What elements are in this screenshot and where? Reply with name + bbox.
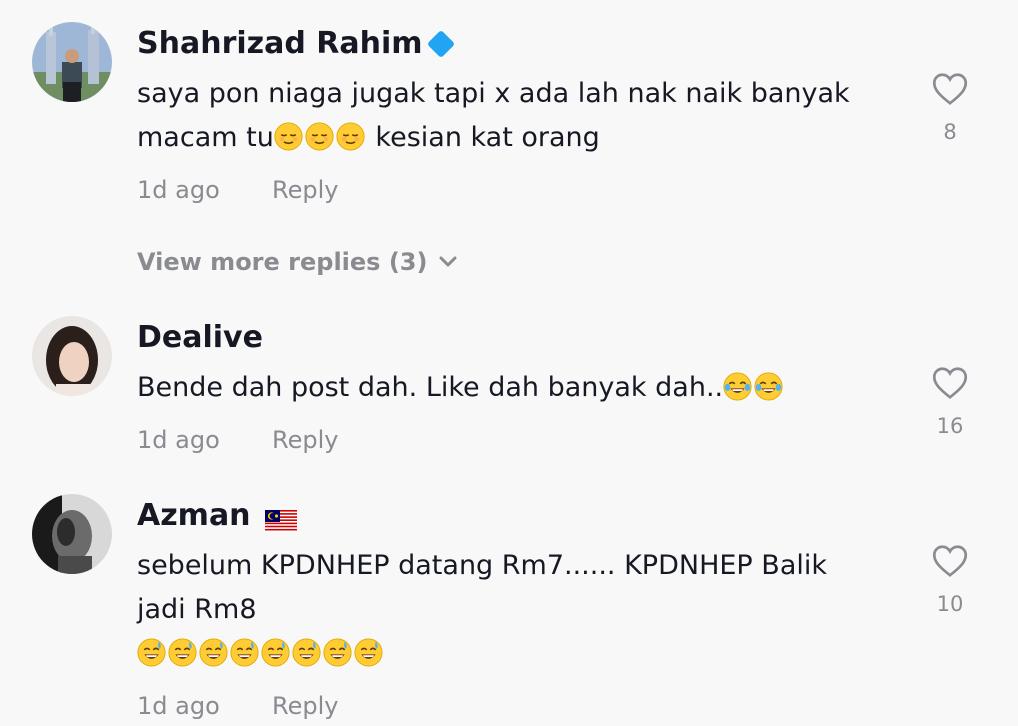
comment-text-main: Bende dah post dah. Like dah banyak dah.…	[137, 372, 724, 403]
grinning-sweat-face-emoji	[292, 638, 321, 667]
username-text[interactable]: Azman	[137, 498, 251, 533]
username-text[interactable]: Shahrizad Rahim	[137, 26, 423, 61]
grinning-sweat-face-emoji	[261, 638, 290, 667]
heart-icon[interactable]	[932, 72, 968, 106]
grinning-sweat-face-emoji	[323, 638, 352, 667]
malaysia-flag-icon	[264, 505, 297, 532]
reply-button[interactable]: Reply	[272, 692, 338, 720]
grinning-sweat-face-emoji	[354, 638, 383, 667]
tears-of-joy-face-emoji	[754, 372, 783, 401]
heart-icon[interactable]	[932, 544, 968, 578]
relieved-face-emoji	[336, 122, 365, 151]
comment-text: sebelum KPDNHEP datang Rm7...... KPDNHEP…	[137, 544, 897, 676]
view-more-replies-button[interactable]: View more replies (3)	[137, 248, 457, 276]
comment-text-line2: jadi Rm8	[137, 594, 257, 625]
timestamp: 1d ago	[137, 692, 220, 720]
like-control: 16	[928, 366, 972, 438]
comment-meta: 1d ago Reply	[137, 692, 338, 720]
grinning-sweat-face-emoji	[137, 638, 166, 667]
comment-meta: 1d ago Reply	[137, 176, 338, 204]
verified-icon	[426, 29, 455, 58]
username[interactable]: Dealive	[137, 320, 263, 355]
avatar[interactable]	[32, 494, 112, 574]
reply-button[interactable]: Reply	[272, 426, 338, 454]
avatar[interactable]	[32, 316, 112, 396]
like-count: 10	[936, 592, 964, 616]
relieved-face-emoji	[305, 122, 334, 151]
tears-of-joy-face-emoji	[723, 372, 752, 401]
username-text[interactable]: Dealive	[137, 320, 263, 355]
timestamp: 1d ago	[137, 426, 220, 454]
avatar[interactable]	[32, 22, 112, 102]
relieved-face-emoji-group	[274, 122, 367, 153]
relieved-face-emoji	[274, 122, 303, 151]
like-count: 16	[936, 414, 964, 438]
view-more-replies-label: View more replies (3)	[137, 248, 428, 276]
chevron-down-icon	[439, 256, 457, 267]
username[interactable]: Shahrizad Rahim	[137, 26, 455, 61]
like-control: 10	[928, 544, 972, 616]
reply-button[interactable]: Reply	[272, 176, 338, 204]
heart-icon[interactable]	[932, 366, 968, 400]
grinning-sweat-emoji-group	[137, 632, 897, 676]
tears-of-joy-emoji-group	[723, 372, 785, 403]
comment-text-line1: sebelum KPDNHEP datang Rm7...... KPDNHEP…	[137, 550, 828, 581]
comment-text: Bende dah post dah. Like dah banyak dah.…	[137, 366, 897, 410]
timestamp: 1d ago	[137, 176, 220, 204]
like-control: 8	[928, 72, 972, 144]
grinning-sweat-face-emoji	[230, 638, 259, 667]
comment-meta: 1d ago Reply	[137, 426, 338, 454]
comment-text-tail: kesian kat orang	[375, 122, 600, 153]
username[interactable]: Azman	[137, 498, 297, 533]
like-count: 8	[943, 120, 957, 144]
grinning-sweat-face-emoji	[168, 638, 197, 667]
grinning-sweat-face-emoji	[199, 638, 228, 667]
comment-text: saya pon niaga jugak tapi x ada lah nak …	[137, 72, 897, 160]
